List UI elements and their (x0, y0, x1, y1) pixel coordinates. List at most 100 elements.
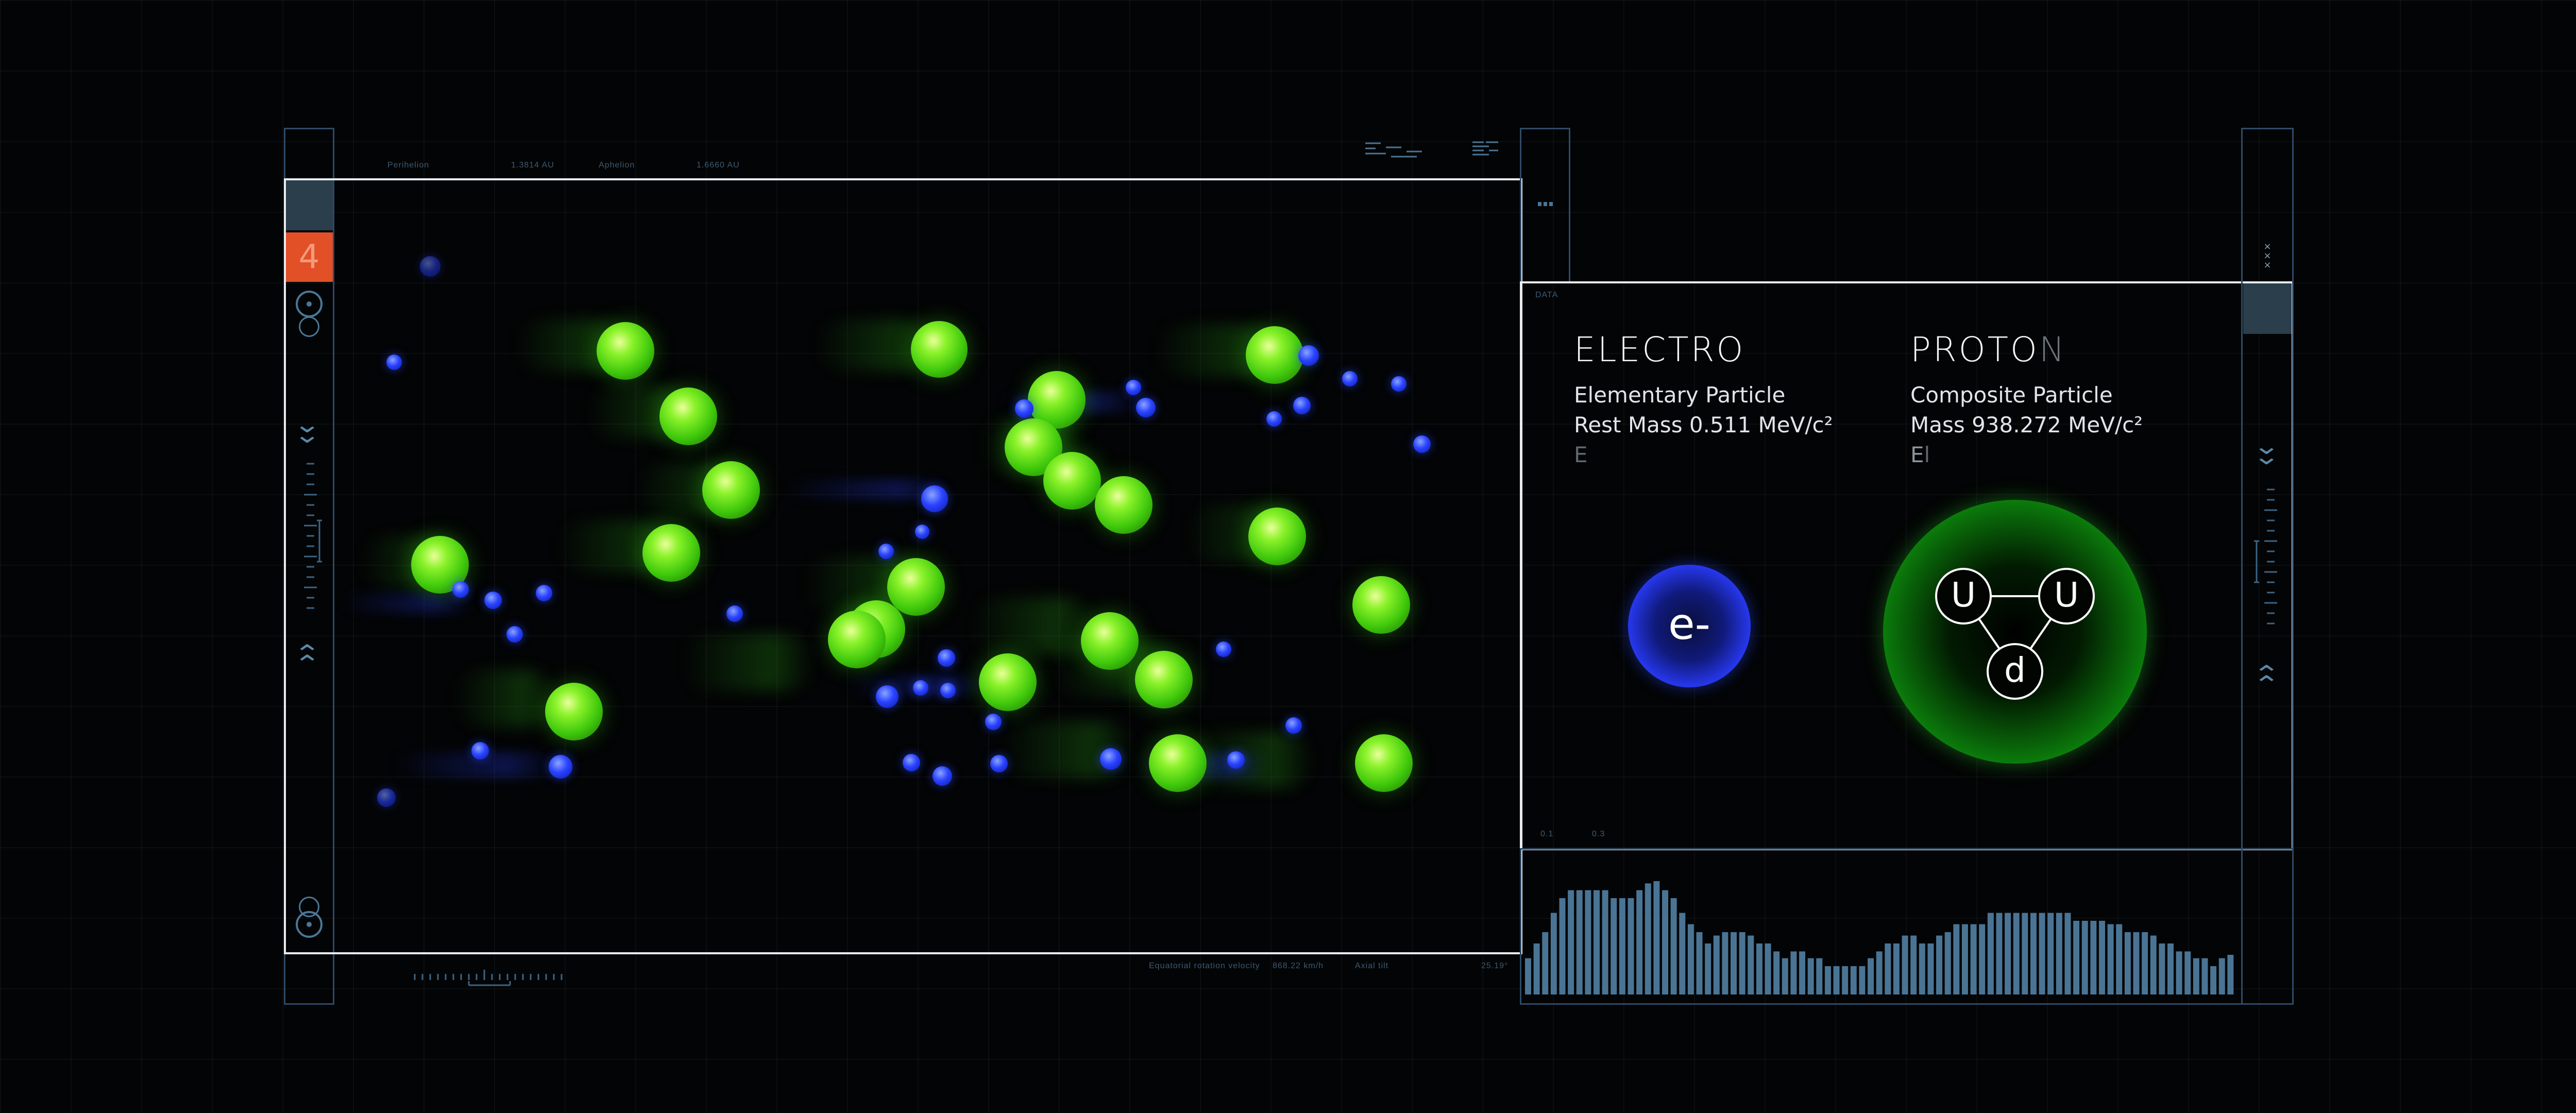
histogram-bar (1987, 913, 1994, 994)
histogram-bar (1842, 966, 1849, 994)
proton-symbol-main: E (1910, 442, 1924, 467)
electron-particle (1342, 371, 1358, 386)
histogram-bar (1824, 966, 1831, 994)
histogram-bar (1722, 932, 1728, 994)
histogram-bar (2013, 913, 2020, 994)
histogram-bar (1550, 913, 1557, 994)
electron-particle (549, 755, 572, 779)
proton-particle (545, 683, 603, 740)
electron-particle (420, 256, 440, 277)
electron-particle (1227, 751, 1245, 769)
axial-tilt-value: 25.19° (1481, 962, 1509, 970)
proton-mass: Mass 938.272 MeV/c² (1910, 412, 2143, 437)
particle-trail (453, 670, 556, 727)
electron-particle (1293, 397, 1311, 414)
histogram-bar (1979, 924, 1986, 994)
electron-particle (1126, 380, 1141, 395)
top-meta-labels: Perihelion 1.3814 AU Aphelion 1.6660 AU (387, 161, 851, 171)
proton-particle (1095, 476, 1153, 534)
electron-particle (377, 788, 396, 807)
right-rail-block (2243, 283, 2292, 334)
electron-particle (913, 680, 928, 696)
histogram-bar (1756, 943, 1762, 994)
histogram-bar (1585, 890, 1591, 994)
electron-mass: Rest Mass 0.511 MeV/c² (1574, 412, 1833, 437)
perihelion-label: Perihelion (387, 161, 430, 170)
histogram-bar (1602, 890, 1608, 994)
proton-symbol-dim: l (1924, 442, 1930, 467)
chevron-double-down-icon-right-2: ⌄ (2252, 442, 2281, 470)
proton-particle (1248, 508, 1306, 565)
histogram-bar (1670, 898, 1677, 994)
histogram-bar (2218, 958, 2225, 994)
quark-up-1: U (1935, 568, 1992, 625)
histogram-bar (1885, 943, 1891, 994)
electron-glyph: e- (1668, 599, 1710, 649)
dots-icon[interactable] (1538, 202, 1553, 206)
proton-particle (1355, 734, 1413, 792)
footer-label-2: 0.3 (1592, 830, 1605, 838)
histogram-bar (2116, 924, 2123, 994)
histogram-bar (2005, 913, 2011, 994)
electron-particle (921, 485, 948, 512)
bottom-ruler (414, 970, 563, 986)
histogram-bar (1705, 943, 1711, 994)
rotation-velocity-label: Equatorial rotation velocity (1149, 962, 1260, 970)
quark-up-2: U (2038, 568, 2095, 625)
histogram-bar (1739, 932, 1745, 994)
histogram-bar (2133, 932, 2140, 994)
histogram-bar (1568, 890, 1574, 994)
histogram-bar (2184, 951, 2191, 994)
quark-links (1962, 595, 2067, 672)
histogram-bar (1970, 924, 1977, 994)
quark-down: d (1987, 643, 2043, 700)
proton-particle (828, 611, 886, 668)
particle-trail (680, 634, 814, 690)
right-rail-ruler (2254, 488, 2277, 625)
histogram-bar (1927, 943, 1934, 994)
proton-symbol: El (1910, 442, 1930, 467)
electron-particle (536, 585, 552, 601)
top-right-glyphs (1365, 141, 1498, 158)
histogram-chart (1525, 881, 2234, 994)
histogram-bar (2030, 913, 2037, 994)
electron-particle (985, 714, 1002, 730)
histogram-bar (1533, 943, 1540, 994)
histogram-bar (1748, 935, 1754, 994)
close-x-icon[interactable]: × × × (2260, 242, 2275, 273)
histogram-bar (1807, 958, 1814, 994)
electron-particle (1298, 345, 1319, 366)
electron-symbol: E (1574, 442, 1588, 467)
histogram-bar (2064, 913, 2071, 994)
electron-particle (876, 685, 899, 708)
proton-particle (979, 653, 1037, 711)
histogram-bar (1559, 898, 1566, 994)
electron-particle (726, 605, 743, 622)
histogram-bar (1713, 935, 1720, 994)
perihelion-value: 1.3814 AU (511, 161, 554, 170)
histogram-bar (1816, 958, 1823, 994)
histogram-bar (2047, 913, 2054, 994)
histogram-bar (1790, 951, 1797, 994)
histogram-bar (1611, 898, 1617, 994)
data-panel-header: DATA (1535, 291, 1558, 299)
histogram-bar (1876, 951, 1883, 994)
electron-particle (903, 754, 920, 771)
electron-particle (386, 355, 402, 370)
histogram-bar (1687, 924, 1694, 994)
electron-particle (1100, 748, 1122, 770)
histogram-bar (2039, 913, 2045, 994)
proton-title-dim: N (2039, 330, 2067, 369)
aphelion-label: Aphelion (599, 161, 635, 170)
histogram-bar (1731, 932, 1737, 994)
electron-particle (1413, 435, 1431, 453)
electron-particle (990, 755, 1008, 772)
electron-particle (940, 683, 956, 698)
electron-particle (484, 592, 502, 609)
particle-trail (340, 593, 474, 613)
proton-particle (1246, 326, 1303, 384)
histogram-bar (1919, 943, 1925, 994)
histogram-bar (2150, 935, 2157, 994)
histogram-bar (2090, 921, 2097, 994)
electron-particle (1136, 398, 1156, 417)
